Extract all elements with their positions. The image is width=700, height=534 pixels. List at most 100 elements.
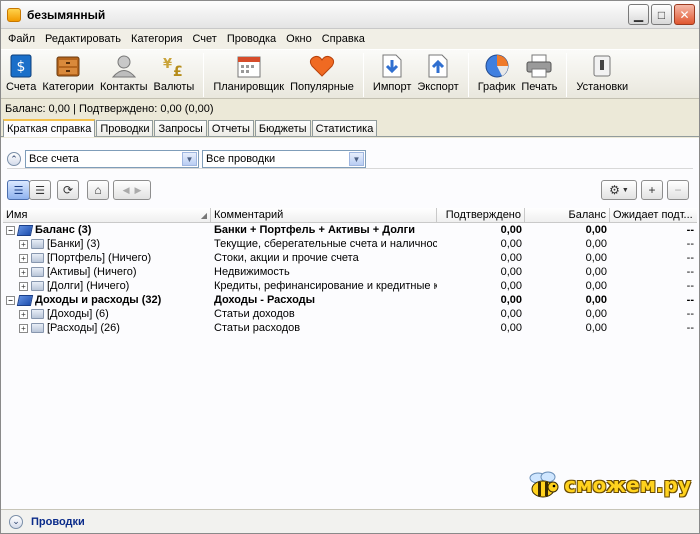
column-header-label: Комментарий bbox=[214, 209, 284, 221]
back-arrow-icon: ◀ bbox=[122, 184, 130, 195]
book-icon bbox=[16, 294, 34, 306]
home-icon: ⌂ bbox=[94, 183, 102, 197]
expand-icon[interactable]: + bbox=[19, 281, 28, 291]
menu-file[interactable]: Файл bbox=[3, 33, 40, 45]
close-button[interactable]: ✕ bbox=[674, 4, 695, 25]
collapse-icon[interactable]: − bbox=[6, 295, 15, 305]
tab-reports[interactable]: Отчеты bbox=[207, 120, 254, 136]
pending-cell: -- bbox=[686, 266, 694, 278]
expand-icon[interactable]: + bbox=[19, 253, 28, 263]
column-header-label: Подтверждено bbox=[445, 209, 521, 221]
contacts-button[interactable]: Контакты bbox=[97, 52, 151, 93]
row-name: [Банки] (3) bbox=[47, 238, 100, 250]
collapse-filters-button[interactable]: ⌃ bbox=[7, 152, 21, 166]
name-cell: + [Портфель] (Ничего) bbox=[3, 252, 211, 264]
expand-icon[interactable]: + bbox=[19, 309, 28, 319]
tab-queries[interactable]: Запросы bbox=[154, 120, 207, 136]
plus-icon: + bbox=[648, 183, 656, 197]
expand-icon[interactable]: + bbox=[19, 323, 28, 333]
menu-window[interactable]: Окно bbox=[281, 33, 317, 45]
favorites-button[interactable]: Популярные bbox=[287, 52, 357, 93]
comment-cell: Текущие, сберегательные счета и наличнос… bbox=[214, 238, 437, 250]
column-header-label: Ожидает подт... bbox=[613, 209, 693, 221]
column-header-label: Имя bbox=[6, 209, 28, 221]
maximize-button[interactable]: □ bbox=[651, 4, 672, 25]
name-cell: + [Банки] (3) bbox=[3, 238, 211, 250]
comment-cell: Доходы - Расходы bbox=[214, 294, 316, 306]
accounts-filter-select[interactable]: Все счета ▼ bbox=[25, 150, 199, 168]
print-button[interactable]: Печать bbox=[518, 52, 560, 93]
menu-help[interactable]: Справка bbox=[317, 33, 370, 45]
row-name: Доходы и расходы (32) bbox=[35, 294, 162, 306]
table-row[interactable]: − Баланс (3) Банки + Портфель + Активы +… bbox=[3, 223, 697, 237]
column-header-balance[interactable]: Баланс bbox=[525, 208, 610, 222]
expand-icon[interactable]: + bbox=[19, 267, 28, 277]
table-row[interactable]: − Доходы и расходы (32) Доходы - Расходы… bbox=[3, 293, 697, 307]
flat-list-toggle[interactable]: ☰ bbox=[29, 180, 51, 200]
accounts-button[interactable]: $ Счета bbox=[3, 52, 39, 93]
sort-indicator-icon: ◢ bbox=[200, 210, 207, 220]
menu-account[interactable]: Счет bbox=[187, 33, 221, 45]
column-header-label: Баланс bbox=[568, 209, 606, 221]
table-row[interactable]: + [Портфель] (Ничего) Стоки, акции и про… bbox=[3, 251, 697, 265]
scheduler-button[interactable]: Планировщик bbox=[210, 52, 287, 93]
favorites-label: Популярные bbox=[290, 81, 354, 93]
import-button[interactable]: Импорт bbox=[370, 52, 414, 93]
tab-budgets[interactable]: Бюджеты bbox=[254, 120, 311, 136]
chevron-down-icon[interactable]: ▼ bbox=[349, 152, 364, 166]
expand-icon[interactable]: + bbox=[19, 239, 28, 249]
confirmed-cell: 0,00 bbox=[500, 224, 522, 236]
name-cell: + [Активы] (Ничего) bbox=[3, 266, 211, 278]
transactions-panel-link[interactable]: Проводки bbox=[31, 516, 85, 528]
title-bar[interactable]: безымянный ▁ □ ✕ bbox=[1, 1, 699, 29]
minimize-button[interactable]: ▁ bbox=[628, 4, 649, 25]
settings-button[interactable]: Установки bbox=[573, 52, 631, 93]
column-header-comment[interactable]: Комментарий bbox=[211, 208, 437, 222]
transactions-filter-select[interactable]: Все проводки ▼ bbox=[202, 150, 366, 168]
table-row[interactable]: + [Доходы] (6) Статьи доходов 0,00 0,00 … bbox=[3, 307, 697, 321]
tab-statistics[interactable]: Статистика bbox=[311, 120, 378, 136]
table-row[interactable]: + [Активы] (Ничего) Недвижимость 0,00 0,… bbox=[3, 265, 697, 279]
menu-edit[interactable]: Редактировать bbox=[40, 33, 126, 45]
pending-cell: -- bbox=[686, 308, 694, 320]
table-row[interactable]: + [Банки] (3) Текущие, сберегательные сч… bbox=[3, 237, 697, 251]
categories-button[interactable]: Категории bbox=[39, 52, 97, 93]
tab-summary[interactable]: Краткая справка bbox=[3, 119, 96, 137]
site-watermark: сможем.ру bbox=[526, 470, 691, 500]
chevron-down-icon[interactable]: ▼ bbox=[182, 152, 197, 166]
add-button[interactable]: + bbox=[641, 180, 663, 200]
balance-cell: 0,00 bbox=[585, 294, 607, 306]
home-button[interactable]: ⌂ bbox=[87, 180, 109, 200]
column-header-confirmed[interactable]: Подтверждено bbox=[437, 208, 525, 222]
table-row[interactable]: + [Долги] (Ничего) Кредиты, рефинансиров… bbox=[3, 279, 697, 293]
remove-button[interactable]: − bbox=[667, 180, 689, 200]
balance-cell: 0,00 bbox=[585, 224, 607, 236]
confirmed-cell: 0,00 bbox=[500, 238, 522, 250]
accounts-filter-value: Все счета bbox=[29, 153, 79, 165]
history-nav-buttons[interactable]: ◀ ▶ bbox=[113, 180, 151, 200]
table-row[interactable]: + [Расходы] (26) Статьи расходов 0,00 0,… bbox=[3, 321, 697, 335]
list-tree-icon: ☰ bbox=[13, 184, 24, 197]
chart-icon bbox=[484, 53, 510, 79]
menu-category[interactable]: Категория bbox=[126, 33, 187, 45]
transactions-filter-value: Все проводки bbox=[206, 153, 276, 165]
row-comment: Банки + Портфель + Активы + Долги bbox=[214, 224, 415, 236]
column-header-name[interactable]: Имя ◢ bbox=[3, 208, 211, 222]
collapse-icon[interactable]: − bbox=[6, 225, 15, 235]
currencies-label: Валюты bbox=[153, 81, 195, 93]
summary-panel: ⌃ Все счета ▼ Все проводки ▼ ☰ ☰ ⟳ ⌂ ◀ ▶… bbox=[1, 138, 699, 510]
expand-transactions-button[interactable]: ⌄ bbox=[9, 514, 23, 529]
currencies-button[interactable]: ¥ £ Валюты bbox=[150, 52, 197, 93]
pending-cell: -- bbox=[686, 252, 694, 264]
refresh-button[interactable]: ⟳ bbox=[57, 180, 79, 200]
menu-transaction[interactable]: Проводка bbox=[222, 33, 281, 45]
export-button[interactable]: Экспорт bbox=[414, 52, 461, 93]
column-header-pending[interactable]: Ожидает подт... bbox=[610, 208, 697, 222]
window-title: безымянный bbox=[27, 7, 106, 22]
list-view-toggle[interactable]: ☰ bbox=[7, 180, 30, 200]
options-menu-button[interactable]: ⚙ ▼ bbox=[601, 180, 637, 200]
chart-button[interactable]: График bbox=[475, 52, 519, 93]
bee-mascot-icon bbox=[529, 471, 559, 498]
tab-transactions[interactable]: Проводки bbox=[96, 120, 154, 136]
balance-cell: 0,00 bbox=[585, 308, 607, 320]
